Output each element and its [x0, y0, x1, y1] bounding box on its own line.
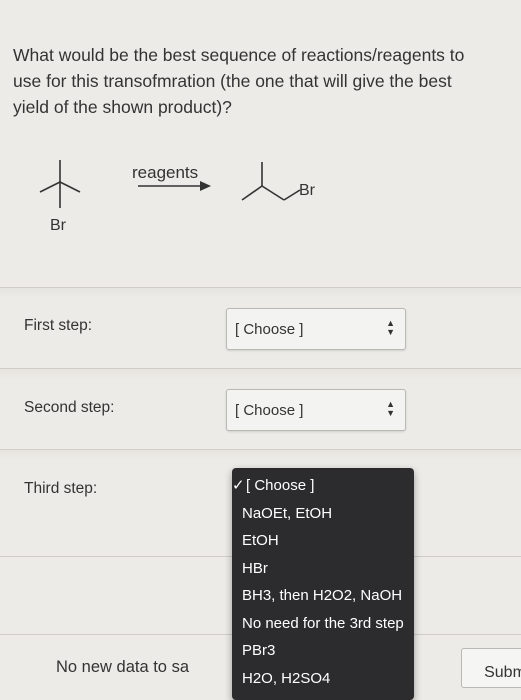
dropdown-option-etoh[interactable]: EtOH: [232, 527, 414, 555]
question-line-2: use for this transofmration (the one tha…: [13, 71, 452, 91]
question-line-3: yield of the shown product)?: [13, 97, 232, 117]
reactant-br-label: Br: [50, 217, 67, 234]
third-step-dropdown-menu[interactable]: ✓[ Choose ] NaOEt, EtOH EtOH HBr BH3, th…: [232, 468, 414, 700]
first-step-select[interactable]: [ Choose ] ▲ ▼: [226, 308, 406, 350]
arrow-head: [200, 181, 211, 191]
dropdown-option-bh3[interactable]: BH3, then H2O2, NaOH: [232, 582, 414, 610]
dropdown-option-choose[interactable]: ✓[ Choose ]: [232, 472, 414, 500]
first-step-label: First step:: [24, 317, 93, 334]
divider-shadow: [0, 288, 521, 298]
reactant-structure: [39, 160, 81, 208]
first-step-selected-value: [ Choose ]: [235, 321, 304, 338]
dropdown-option-no-need[interactable]: No need for the 3rd step: [232, 610, 414, 638]
product-br-label: Br: [299, 182, 316, 199]
product-structure: [241, 162, 301, 201]
dropdown-option-naoet-etoh[interactable]: NaOEt, EtOH: [232, 500, 414, 528]
checkmark-icon: ✓: [232, 477, 245, 494]
select-arrows-icon: ▲ ▼: [386, 318, 395, 337]
question-line-1: What would be the best sequence of react…: [13, 45, 465, 65]
dropdown-option-pbr3[interactable]: PBr3: [232, 637, 414, 665]
arrow-label: reagents: [132, 163, 198, 182]
second-step-selected-value: [ Choose ]: [235, 402, 304, 419]
dropdown-option-hbr[interactable]: HBr: [232, 555, 414, 583]
reaction-scheme: Br reagents Br: [39, 160, 316, 234]
submit-button[interactable]: Subm: [461, 648, 521, 688]
divider-shadow: [0, 369, 521, 379]
third-step-label: Third step:: [24, 480, 98, 497]
save-status-text: No new data to sa: [56, 658, 189, 676]
dropdown-option-h2o-h2so4[interactable]: H2O, H2SO4: [232, 665, 414, 693]
divider-shadow: [0, 450, 521, 460]
second-step-label: Second step:: [24, 399, 115, 416]
select-arrows-icon: ▲ ▼: [386, 399, 395, 418]
second-step-select[interactable]: [ Choose ] ▲ ▼: [226, 389, 406, 431]
question-text: What would be the best sequence of react…: [13, 42, 513, 120]
